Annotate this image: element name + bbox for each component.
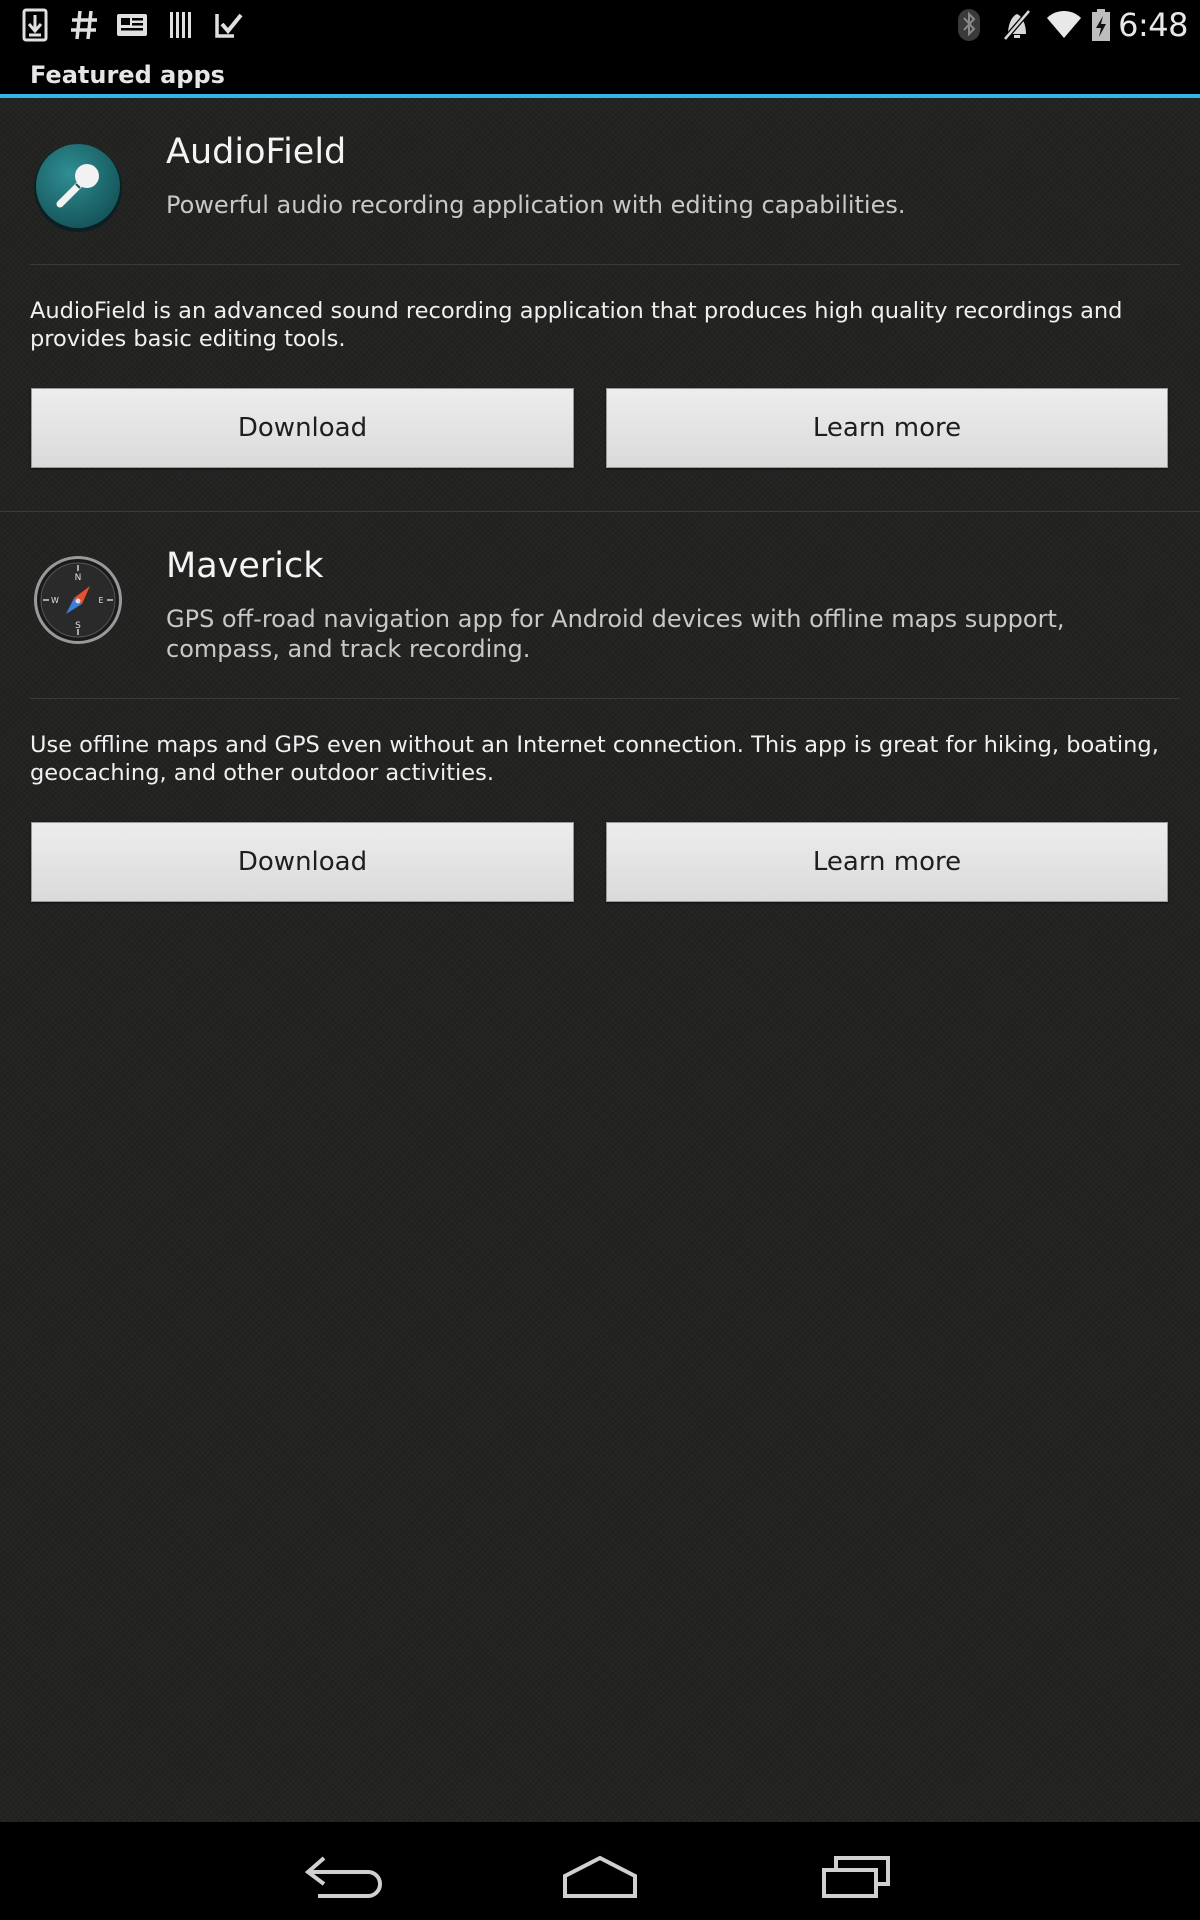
status-bar: 6:48 (0, 0, 1200, 50)
title-bar: Featured apps (0, 50, 1200, 98)
navigation-bar (0, 1822, 1200, 1920)
barcode-icon (168, 8, 194, 47)
clock: 6:48 (1118, 6, 1188, 44)
hash-icon (70, 8, 98, 47)
news-icon (116, 8, 148, 47)
back-icon[interactable] (288, 1842, 398, 1902)
battery-charging-icon (1090, 8, 1112, 47)
divider (30, 264, 1180, 265)
app-tagline: GPS off-road navigation app for Android … (166, 605, 1065, 663)
svg-text:E: E (98, 596, 103, 605)
app-tagline: Powerful audio recording application wit… (166, 191, 906, 219)
wifi-icon (1046, 8, 1082, 47)
compass-icon: N S W E (30, 552, 126, 648)
home-icon[interactable] (545, 1842, 655, 1902)
card-divider (0, 511, 1200, 512)
app-name: Maverick (166, 546, 324, 586)
download-icon (22, 8, 48, 47)
download-button[interactable]: Download (31, 388, 574, 468)
divider (30, 698, 1180, 699)
svg-text:N: N (75, 573, 82, 583)
app-description: AudioField is an advanced sound recordin… (30, 298, 1123, 352)
app-description: Use offline maps and GPS even without an… (30, 732, 1159, 786)
featured-apps-list[interactable]: AudioField Powerful audio recording appl… (0, 98, 1200, 1822)
learn-more-button[interactable]: Learn more (606, 388, 1168, 468)
learn-more-button[interactable]: Learn more (606, 822, 1168, 902)
svg-text:W: W (51, 596, 59, 605)
app-name: AudioField (166, 132, 347, 172)
microphone-icon (30, 138, 126, 234)
recent-apps-icon[interactable] (802, 1842, 912, 1902)
checkmark-icon (214, 8, 244, 47)
svg-text:S: S (75, 621, 81, 631)
page-title: Featured apps (30, 61, 225, 89)
screen: 6:48 Featured apps AudioField Powerful a… (0, 0, 1200, 1920)
bluetooth-icon (956, 8, 982, 47)
download-button[interactable]: Download (31, 822, 574, 902)
muted-icon (1002, 8, 1032, 47)
